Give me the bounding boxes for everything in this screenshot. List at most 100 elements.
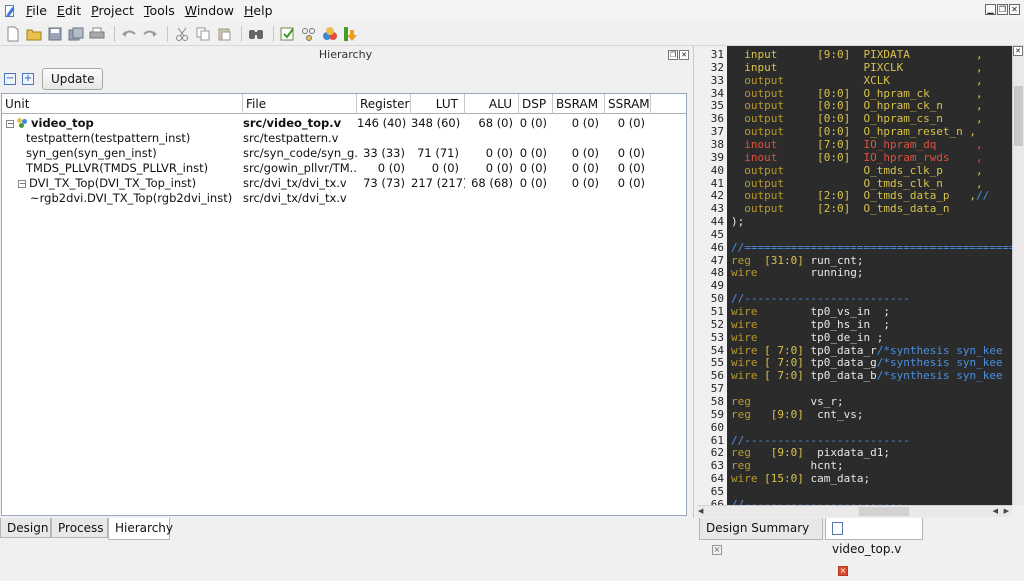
cell-lut: 0 (0) xyxy=(431,161,459,175)
cell-file: src/gowin_pllvr/TM... xyxy=(243,161,357,175)
cell-lut xyxy=(411,191,465,206)
scroll-left-icon-2[interactable]: ◀ xyxy=(993,507,998,515)
tab-hierarchy[interactable]: Hierarchy xyxy=(108,518,173,540)
code-token: ); xyxy=(731,215,745,229)
horizontal-scroll-thumb[interactable] xyxy=(859,507,909,516)
menu-tools[interactable]: Tools xyxy=(139,0,180,22)
download-icon[interactable] xyxy=(342,25,360,43)
table-row[interactable]: − video_top src/video_top.v 146 (40) 348 (60… xyxy=(2,116,686,131)
cell-register: 0 (0) xyxy=(377,161,405,175)
cell-bsram: 0 (0) xyxy=(571,176,599,190)
cell-dsp: 0 (0) xyxy=(519,146,547,160)
unit-name: TMDS_PLLVR(TMDS_PLLVR_inst) xyxy=(26,161,209,175)
editor-panel: 31 32 33 34 35 36 37 38 39 40 41 42 43 44 45 46 47 48 49 50… xyxy=(693,46,1024,518)
table-row[interactable]: testpattern(testpattern_inst) src/testpat… xyxy=(2,131,686,146)
expand-all-button[interactable]: + xyxy=(22,73,34,85)
open-folder-icon[interactable] xyxy=(25,25,43,43)
close-tab-icon[interactable]: × xyxy=(712,544,722,555)
copy-icon[interactable] xyxy=(194,25,212,43)
tab-process[interactable]: Process xyxy=(51,518,108,538)
code-line: //------------------------- xyxy=(731,292,910,305)
close-panel-icon[interactable]: ✕ xyxy=(679,50,689,60)
line-number: 46 xyxy=(710,240,724,254)
menu-project[interactable]: Project xyxy=(86,0,139,22)
table-row[interactable]: syn_gen(syn_gen_inst) src/syn_code/syn_g.… xyxy=(2,146,686,161)
minimize-icon[interactable]: ▁ xyxy=(985,4,996,15)
scroll-left-icon[interactable]: ◀ xyxy=(698,507,703,515)
code-token: output xyxy=(731,112,818,126)
float-panel-icon[interactable]: ❐ xyxy=(668,50,678,60)
menu-mnemonic: H xyxy=(244,3,254,18)
column-header-lut[interactable]: LUT xyxy=(411,94,465,114)
table-row[interactable]: TMDS_PLLVR(TMDS_PLLVR_inst) src/gowin_pll… xyxy=(2,161,686,176)
code-token: reg xyxy=(731,407,771,421)
cell-unit: syn_gen(syn_gen_inst) xyxy=(2,146,243,161)
cell-unit: ~rgb2dvi.DVI_TX_Top(rgb2dvi_inst) xyxy=(2,191,243,206)
column-header-dsp[interactable]: DSP xyxy=(519,94,553,114)
close-tab-icon[interactable]: × xyxy=(838,565,848,576)
line-number: 44 xyxy=(710,215,724,229)
code-line: output [2:0] O_tmds_data_n xyxy=(731,202,949,215)
update-button[interactable]: Update xyxy=(42,68,104,90)
redo-icon[interactable] xyxy=(141,25,159,43)
menu-edit[interactable]: Edit xyxy=(52,0,86,22)
top-module-icon xyxy=(17,118,28,129)
tree-expander-icon[interactable]: − xyxy=(6,119,14,128)
tab-design[interactable]: Design xyxy=(0,518,51,538)
cell-alu: 0 (0) xyxy=(485,146,513,160)
code-area[interactable]: input [9:0] PIXDATA , input PIXCLK , out… xyxy=(731,46,1012,505)
cell-lut: 71 (71) xyxy=(417,146,459,160)
cell-ssram: 0 (0) xyxy=(617,116,645,130)
collapse-all-button[interactable]: − xyxy=(4,73,16,85)
file-icon xyxy=(832,522,843,535)
cut-icon[interactable] xyxy=(173,25,191,43)
vertical-scrollbar[interactable]: ✕ xyxy=(1012,46,1024,505)
cell-unit: TMDS_PLLVR(TMDS_PLLVR_inst) xyxy=(2,161,243,176)
column-header-file[interactable]: File xyxy=(243,94,357,114)
panel-controls: ❐ ✕ xyxy=(668,50,689,60)
code-editor[interactable]: 31 32 33 34 35 36 37 38 39 40 41 42 43 44 45 46 47 48 49 50… xyxy=(697,46,1012,505)
code-token: tp0_data_g xyxy=(803,356,877,370)
scroll-right-icon[interactable]: ▶ xyxy=(1004,507,1009,515)
horizontal-scrollbar[interactable]: ◀ ◀ ▶ xyxy=(697,505,1012,517)
column-header-bsram[interactable]: BSRAM xyxy=(553,94,605,114)
settings-icon[interactable] xyxy=(300,25,318,43)
code-line: //------------------------- xyxy=(731,434,910,447)
line-number: 60 xyxy=(710,420,724,434)
close-editor-panel-icon[interactable]: ✕ xyxy=(1013,46,1023,56)
bug-icon[interactable] xyxy=(321,25,339,43)
tab-video-top-v[interactable]: video_top.v × xyxy=(825,518,923,576)
code-token: [9:0] xyxy=(770,446,804,460)
tab-design-summary[interactable]: Design Summary × xyxy=(699,518,823,555)
line-number: 59 xyxy=(710,407,724,421)
new-file-icon[interactable] xyxy=(4,25,22,43)
code-line: output [2:0] O_tmds_data_p ,// xyxy=(731,189,989,202)
print-icon[interactable] xyxy=(88,25,106,43)
column-header-register[interactable]: Register xyxy=(357,94,411,114)
column-header-alu[interactable]: ALU xyxy=(465,94,519,114)
restore-icon[interactable]: ❐ xyxy=(997,4,1008,15)
paste-icon[interactable] xyxy=(215,25,233,43)
cell-dsp: 0 (0) xyxy=(519,176,547,190)
code-token: // xyxy=(976,189,990,203)
save-icon[interactable] xyxy=(46,25,64,43)
code-token: [ 7:0] xyxy=(764,343,804,357)
line-number: 52 xyxy=(710,317,724,331)
column-header-ssram[interactable]: SSRAM xyxy=(605,94,651,114)
menu-window[interactable]: Window xyxy=(180,0,239,22)
code-token: pixdata_d1; xyxy=(803,446,890,460)
menu-file[interactable]: File xyxy=(21,0,52,22)
table-row[interactable]: − DVI_TX_Top(DVI_TX_Top_inst) src/dvi_tx/d… xyxy=(2,176,686,191)
run-synthesis-icon[interactable] xyxy=(279,25,297,43)
save-all-icon[interactable] xyxy=(67,25,85,43)
cell-alu xyxy=(465,131,519,146)
column-header-unit[interactable]: Unit xyxy=(2,94,243,114)
tree-expander-icon[interactable]: − xyxy=(18,179,26,188)
table-row[interactable]: ~rgb2dvi.DVI_TX_Top(rgb2dvi_inst) src/dvi… xyxy=(2,191,686,206)
menu-help[interactable]: Help xyxy=(239,0,278,22)
close-icon[interactable]: ✕ xyxy=(1009,4,1020,15)
vertical-scroll-thumb[interactable] xyxy=(1014,86,1023,146)
find-icon[interactable] xyxy=(247,25,265,43)
undo-icon[interactable] xyxy=(120,25,138,43)
cell-register: 33 (33) xyxy=(363,146,405,160)
